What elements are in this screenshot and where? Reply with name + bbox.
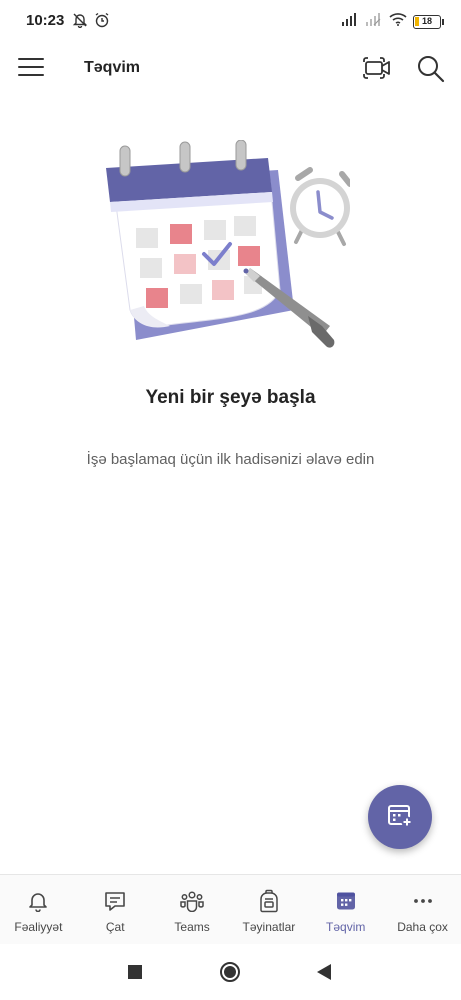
tab-chat[interactable]: Çat xyxy=(77,875,154,944)
signal-icon xyxy=(341,12,359,31)
bell-icon xyxy=(26,889,50,913)
tab-chat-label: Çat xyxy=(105,920,125,934)
search-icon[interactable] xyxy=(416,54,446,84)
tab-teams[interactable]: Teams xyxy=(154,875,231,944)
tab-assignments[interactable]: Təyinatlar xyxy=(230,875,307,944)
tab-calendar-label: Təqvim xyxy=(326,920,366,934)
battery-icon: 18 xyxy=(413,14,444,29)
status-icons-left xyxy=(72,12,110,33)
page-title: Təqvim xyxy=(84,59,141,76)
tab-calendar[interactable]: Təqvim xyxy=(307,875,384,944)
alarm-icon xyxy=(94,12,110,33)
calendar-icon xyxy=(334,889,358,913)
more-icon xyxy=(411,889,435,913)
tab-more-label: Daha çox xyxy=(397,920,448,934)
tab-teams-label: Teams xyxy=(174,920,210,934)
teams-icon xyxy=(180,889,204,913)
wifi-icon xyxy=(389,12,407,31)
status-time: 10:23 xyxy=(26,12,65,29)
empty-state-title: Yeni bir şeyə başla xyxy=(145,387,316,408)
android-nav-bar xyxy=(0,944,461,1000)
bottom-tab-bar: Fəaliyyət Çat Teams Təyinatlar Təqvim Da… xyxy=(0,874,461,944)
new-event-button[interactable] xyxy=(368,785,432,849)
app-header: Təqvim xyxy=(0,42,461,96)
calendar-screen: 10:23 18 Təqvim Yeni bir şeyə başla İşə … xyxy=(0,0,461,1000)
tab-more[interactable]: Daha çox xyxy=(384,875,461,944)
meet-now-icon[interactable] xyxy=(360,54,392,82)
empty-state-subtitle: İşə başlamaq üçün ilk hadisənizi əlavə e… xyxy=(86,451,375,468)
tab-activity-label: Fəaliyyət xyxy=(14,920,63,934)
recents-button[interactable] xyxy=(127,964,143,985)
back-button[interactable] xyxy=(316,963,332,986)
tab-activity[interactable]: Fəaliyyət xyxy=(0,875,77,944)
chat-icon xyxy=(103,889,127,913)
calendar-add-icon xyxy=(387,802,413,833)
signal-weak-icon xyxy=(365,12,383,31)
notifications-off-icon xyxy=(72,12,88,33)
backpack-icon xyxy=(257,889,281,913)
hamburger-menu-icon[interactable] xyxy=(18,54,46,80)
home-button[interactable] xyxy=(219,961,241,988)
calendar-illustration xyxy=(100,139,353,360)
status-icons-right: 18 xyxy=(341,12,444,31)
status-bar: 10:23 18 xyxy=(0,0,461,42)
tab-assignments-label: Təyinatlar xyxy=(242,920,296,934)
